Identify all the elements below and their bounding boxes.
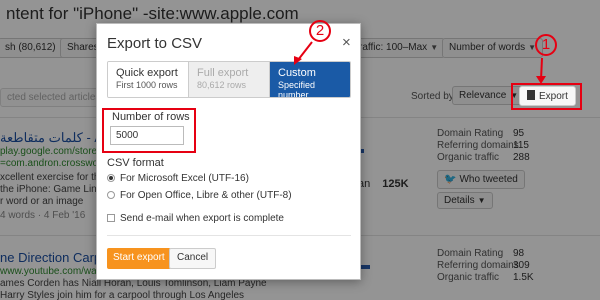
cancel-button[interactable]: Cancel (169, 248, 217, 269)
checkbox-icon[interactable] (107, 214, 115, 222)
dialog-title: Export to CSV (107, 35, 203, 52)
email-option[interactable]: Send e-mail when export is complete (107, 213, 284, 224)
export-highlight-box (511, 83, 582, 110)
radio-icon[interactable] (107, 191, 115, 199)
tab-subtitle: Specified number (278, 80, 316, 98)
tab-custom-export[interactable]: Custom Specified number (270, 62, 350, 98)
tab-title: Full export (197, 67, 249, 79)
tab-quick-export[interactable]: Quick export First 1000 rows (108, 62, 189, 97)
divider (107, 235, 351, 236)
start-export-button[interactable]: Start export (107, 248, 171, 269)
radio-selected-icon[interactable] (107, 174, 115, 182)
export-csv-dialog: Export to CSV × Quick export First 1000 … (96, 23, 361, 280)
step-2-marker: 2 (309, 20, 331, 42)
tab-title: Quick export (116, 67, 178, 79)
email-option-label: Send e-mail when export is complete (120, 213, 284, 224)
tab-subtitle: 80,612 rows (197, 80, 247, 90)
step-1-marker: 1 (535, 34, 557, 56)
csv-format-title: CSV format (107, 157, 164, 169)
tab-full-export[interactable]: Full export 80,612 rows (189, 62, 270, 97)
format-option-utf8[interactable]: For Open Office, Libre & other (UTF-8) (107, 190, 292, 201)
format-option-label: For Open Office, Libre & other (UTF-8) (120, 190, 292, 201)
export-type-tabs: Quick export First 1000 rows Full export… (107, 61, 351, 98)
rows-highlight-box (102, 108, 196, 153)
format-option-excel[interactable]: For Microsoft Excel (UTF-16) (107, 173, 249, 184)
tab-subtitle: First 1000 rows (116, 80, 178, 90)
tab-title: Custom (278, 67, 316, 79)
close-icon[interactable]: × (342, 34, 351, 51)
format-option-label: For Microsoft Excel (UTF-16) (120, 173, 249, 184)
